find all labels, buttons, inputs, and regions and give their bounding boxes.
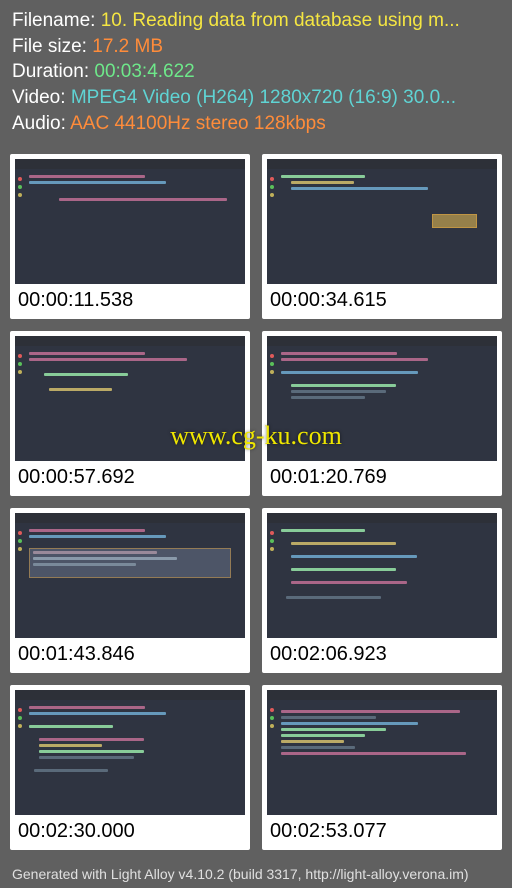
media-info-panel: Filename: 10. Reading data from database…: [0, 0, 512, 146]
thumbnail-image: [267, 513, 497, 638]
filename-value: 10. Reading data from database using m..…: [101, 10, 460, 31]
thumbnail-image: [267, 690, 497, 815]
filename-label: Filename:: [12, 10, 101, 31]
audio-row: Audio: AAC 44100Hz stereo 128kbps: [12, 111, 500, 137]
thumbnail-grid: 00:00:11.538 00:00:34.615: [10, 154, 502, 850]
thumbnail-image: [15, 159, 245, 284]
thumbnail-timecode: 00:00:34.615: [267, 284, 497, 314]
thumbnail-timecode: 00:02:30.000: [15, 815, 245, 845]
thumbnail-image: [267, 159, 497, 284]
filesize-value: 17.2 MB: [92, 36, 163, 57]
thumbnail-image: [267, 336, 497, 461]
thumbnail-card[interactable]: 00:00:11.538: [10, 154, 250, 319]
thumbnail-card[interactable]: 00:01:20.769: [262, 331, 502, 496]
thumbnail-timecode: 00:01:20.769: [267, 461, 497, 491]
thumbnail-timecode: 00:00:11.538: [15, 284, 245, 314]
thumbnail-card[interactable]: 00:02:53.077: [262, 685, 502, 850]
video-row: Video: MPEG4 Video (H264) 1280x720 (16:9…: [12, 85, 500, 111]
duration-value: 00:03:4.622: [94, 61, 194, 82]
thumbnail-timecode: 00:00:57.692: [15, 461, 245, 491]
thumbnail-timecode: 00:02:53.077: [267, 815, 497, 845]
filename-row: Filename: 10. Reading data from database…: [12, 8, 500, 34]
thumbnail-image: [15, 336, 245, 461]
filesize-row: File size: 17.2 MB: [12, 34, 500, 60]
audio-label: Audio:: [12, 113, 70, 134]
video-value: MPEG4 Video (H264) 1280x720 (16:9) 30.0.…: [71, 87, 456, 108]
thumbnail-section: www.cg-ku.com 00:00:11.538: [0, 146, 512, 860]
thumbnail-timecode: 00:02:06.923: [267, 638, 497, 668]
thumbnail-card[interactable]: 00:00:57.692: [10, 331, 250, 496]
thumbnail-card[interactable]: 00:02:06.923: [262, 508, 502, 673]
thumbnail-card[interactable]: 00:01:43.846: [10, 508, 250, 673]
thumbnail-timecode: 00:01:43.846: [15, 638, 245, 668]
thumbnail-image: [15, 513, 245, 638]
filesize-label: File size:: [12, 36, 92, 57]
thumbnail-card[interactable]: 00:00:34.615: [262, 154, 502, 319]
thumbnail-image: [15, 690, 245, 815]
footer-text: Generated with Light Alloy v4.10.2 (buil…: [0, 860, 512, 888]
thumbnail-card[interactable]: 00:02:30.000: [10, 685, 250, 850]
duration-label: Duration:: [12, 61, 94, 82]
audio-value: AAC 44100Hz stereo 128kbps: [70, 113, 326, 134]
duration-row: Duration: 00:03:4.622: [12, 59, 500, 85]
video-label: Video:: [12, 87, 71, 108]
